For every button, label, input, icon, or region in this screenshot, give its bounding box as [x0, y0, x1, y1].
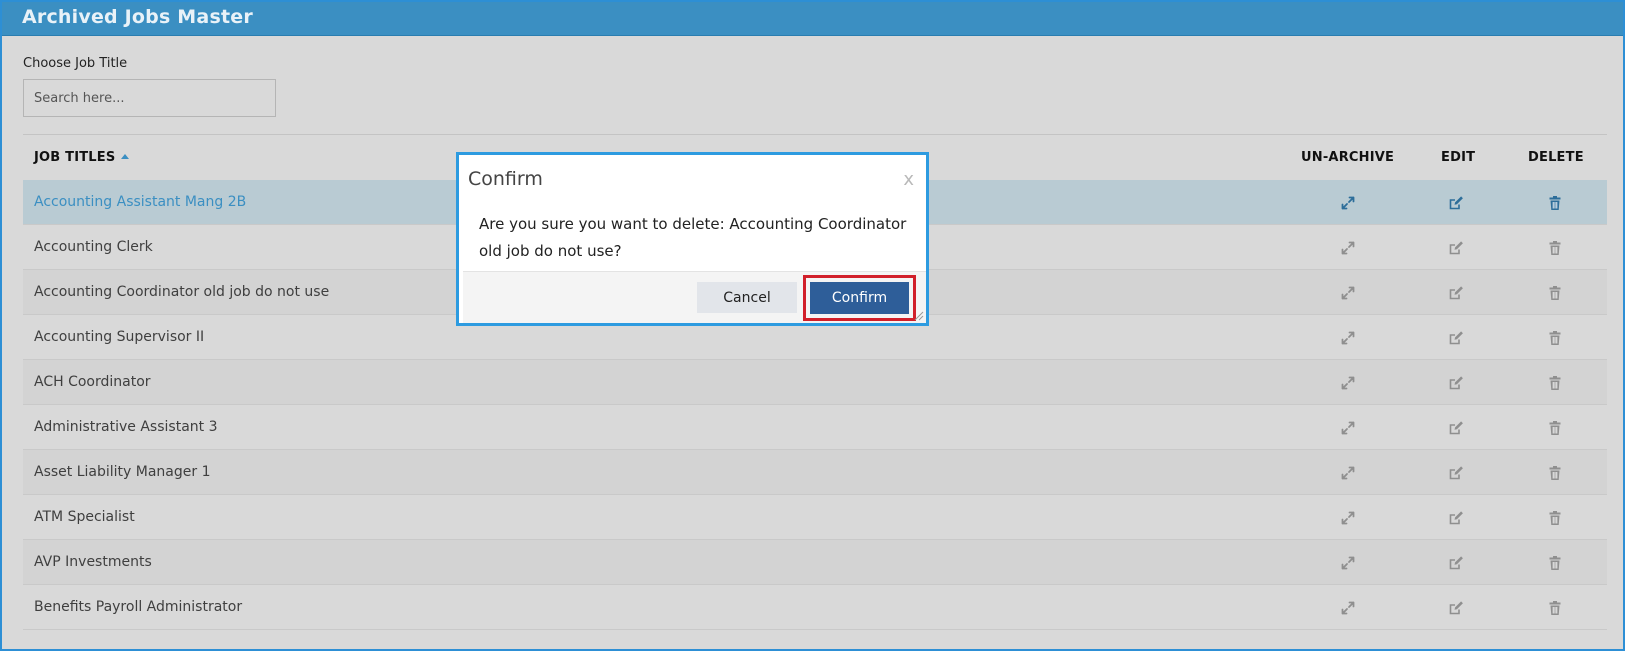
edit-icon[interactable] [1447, 329, 1464, 346]
edit-icon[interactable] [1447, 419, 1464, 436]
dialog-message: Are you sure you want to delete: Account… [479, 215, 907, 260]
job-title-cell[interactable]: ATM Specialist [34, 509, 135, 525]
job-title-cell[interactable]: Asset Liability Manager 1 [34, 464, 211, 480]
trash-icon[interactable] [1546, 284, 1563, 301]
edit-icon[interactable] [1447, 509, 1464, 526]
trash-icon[interactable] [1546, 464, 1563, 481]
edit-icon[interactable] [1447, 239, 1464, 256]
table-row[interactable]: ACH Coordinator [23, 360, 1607, 405]
edit-icon[interactable] [1447, 464, 1464, 481]
trash-icon[interactable] [1546, 329, 1563, 346]
job-title-cell[interactable]: Accounting Coordinator old job do not us… [34, 284, 329, 300]
app-window: Archived Jobs Master Choose Job Title JO… [0, 0, 1625, 651]
unarchive-expand-icon[interactable] [1339, 239, 1356, 256]
trash-icon[interactable] [1546, 599, 1563, 616]
trash-icon[interactable] [1546, 419, 1563, 436]
job-title-cell[interactable]: ACH Coordinator [34, 374, 151, 390]
table-row[interactable]: ATM Specialist [23, 495, 1607, 540]
close-icon[interactable]: x [903, 169, 914, 190]
job-title-cell[interactable]: AVP Investments [34, 554, 152, 570]
job-title-cell[interactable]: Accounting Clerk [34, 239, 153, 255]
table-row[interactable]: Benefits Payroll Administrator [23, 585, 1607, 630]
edit-icon[interactable] [1447, 284, 1464, 301]
table-row[interactable]: AVP Investments [23, 540, 1607, 585]
trash-icon[interactable] [1546, 194, 1563, 211]
confirm-button-highlight: Confirm [803, 275, 916, 321]
unarchive-expand-icon[interactable] [1339, 374, 1356, 391]
confirm-button[interactable]: Confirm [810, 282, 909, 314]
trash-icon[interactable] [1546, 509, 1563, 526]
job-title-cell[interactable]: Administrative Assistant 3 [34, 419, 218, 435]
table-row[interactable]: Asset Liability Manager 1 [23, 450, 1607, 495]
column-header-job-titles[interactable]: JOB TITLES [34, 150, 130, 165]
trash-icon[interactable] [1546, 374, 1563, 391]
job-title-cell[interactable]: Accounting Supervisor II [34, 329, 204, 345]
dialog-footer: Cancel Confirm [463, 271, 926, 323]
dialog-title: Confirm [468, 168, 543, 190]
column-header-delete: DELETE [1528, 150, 1584, 165]
column-header-edit: EDIT [1441, 150, 1476, 165]
unarchive-expand-icon[interactable] [1339, 194, 1356, 211]
column-header-job-titles-label: JOB TITLES [34, 150, 116, 165]
job-title-cell[interactable]: Benefits Payroll Administrator [34, 599, 242, 615]
sort-ascending-icon [121, 154, 130, 159]
unarchive-expand-icon[interactable] [1339, 509, 1356, 526]
unarchive-expand-icon[interactable] [1339, 419, 1356, 436]
unarchive-expand-icon[interactable] [1339, 599, 1356, 616]
trash-icon[interactable] [1546, 554, 1563, 571]
header-bar: Archived Jobs Master [2, 2, 1623, 36]
edit-icon[interactable] [1447, 374, 1464, 391]
job-title-filter-label: Choose Job Title [23, 56, 128, 71]
page-title: Archived Jobs Master [22, 6, 253, 28]
unarchive-expand-icon[interactable] [1339, 554, 1356, 571]
job-title-cell[interactable]: Accounting Assistant Mang 2B [34, 194, 246, 210]
edit-icon[interactable] [1447, 194, 1464, 211]
unarchive-expand-icon[interactable] [1339, 464, 1356, 481]
search-input[interactable] [23, 79, 276, 117]
unarchive-expand-icon[interactable] [1339, 284, 1356, 301]
resize-grip-icon[interactable] [914, 311, 924, 321]
edit-icon[interactable] [1447, 599, 1464, 616]
unarchive-expand-icon[interactable] [1339, 329, 1356, 346]
trash-icon[interactable] [1546, 239, 1563, 256]
confirm-dialog: Confirm x Are you sure you want to delet… [456, 152, 929, 326]
table-row[interactable]: Administrative Assistant 3 [23, 405, 1607, 450]
cancel-button[interactable]: Cancel [697, 282, 797, 313]
edit-icon[interactable] [1447, 554, 1464, 571]
column-header-unarchive: UN-ARCHIVE [1301, 150, 1395, 165]
